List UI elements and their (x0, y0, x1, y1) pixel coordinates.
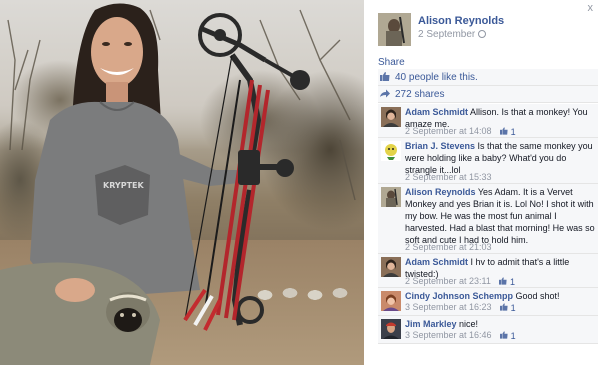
woman-face (91, 17, 143, 87)
comment-like-count[interactable]: 1 (500, 303, 516, 313)
woman-hand (55, 278, 95, 302)
post-details-panel: x Alison Reynolds 2 September Share 40 p… (364, 0, 599, 365)
likes-summary: 40 people like this. (378, 69, 598, 86)
photo-scene: KRYPTEK (0, 3, 356, 365)
hunter-avatar-icon (381, 187, 401, 207)
shirt-print (95, 165, 150, 225)
hunter-avatar-icon (378, 13, 411, 46)
post-date-text: 2 September (418, 29, 476, 40)
comment-like-count[interactable]: 1 (499, 277, 515, 287)
comment-meta: 2 September at 23:11 1 (405, 276, 515, 287)
comment-item: Adam Schmidt I hv to admit that's a litt… (378, 254, 598, 288)
like-count-value: 1 (510, 331, 516, 341)
close-icon[interactable]: x (588, 3, 594, 14)
avatar[interactable] (381, 107, 401, 127)
comment-time[interactable]: 2 September at 15:33 (405, 172, 492, 182)
comment-body: Jim Markley nice! (405, 318, 595, 330)
comment-author[interactable]: Alison Reynolds (405, 187, 476, 197)
comment-meta: 2 September at 21:03 (405, 242, 492, 252)
share-button[interactable]: Share (378, 57, 405, 68)
avatar[interactable] (378, 13, 411, 46)
comment-meta: 3 September at 16:46 1 (405, 330, 516, 341)
comment-time[interactable]: 3 September at 16:23 (405, 302, 492, 312)
likes-link[interactable]: 40 people like this. (395, 72, 478, 83)
comment-meta: 3 September at 16:23 1 (405, 302, 516, 313)
like-count-value: 1 (510, 303, 516, 313)
comment-time[interactable]: 2 September at 21:03 (405, 242, 492, 252)
shares-link[interactable]: 272 shares (395, 89, 444, 100)
post-photo[interactable]: KRYPTEK (0, 0, 364, 365)
avatar[interactable] (381, 291, 401, 311)
like-count-value: 1 (509, 277, 515, 287)
post-owner-name[interactable]: Alison Reynolds (418, 15, 504, 27)
thumbs-up-icon (500, 303, 508, 311)
comment-meta: 2 September at 15:33 (405, 172, 492, 182)
thumbs-up-icon (500, 127, 508, 135)
comment-like-count[interactable]: 1 (500, 331, 516, 341)
comment-like-count[interactable]: 1 (500, 127, 516, 137)
shares-summary: 272 shares (378, 86, 598, 103)
comment-author[interactable]: Jim Markley (405, 319, 457, 329)
shirt-print-text: KRYPTEK (103, 181, 145, 190)
comment-item: Cindy Johnson Schempp Good shot! 3 Septe… (378, 288, 598, 316)
comment-text: Good shot! (515, 291, 560, 301)
woman-avatar-icon (381, 257, 401, 277)
post-date[interactable]: 2 September (418, 29, 487, 40)
comment-time[interactable]: 2 September at 14:08 (405, 126, 492, 136)
man-avatar-icon (381, 319, 401, 339)
comment-author[interactable]: Adam Schmidt (405, 107, 468, 117)
avatar[interactable] (381, 187, 401, 207)
woman-avatar-icon (381, 291, 401, 311)
woman-avatar-icon (381, 107, 401, 127)
comment-item: Brian J. Stevens Is that the same monkey… (378, 138, 598, 184)
comment-text: nice! (459, 319, 479, 329)
comment-body: Cindy Johnson Schempp Good shot! (405, 290, 595, 302)
comment-item: Alison Reynolds Yes Adam. It is a Vervet… (378, 184, 598, 254)
comment-author[interactable]: Cindy Johnson Schempp (405, 291, 513, 301)
comment-time[interactable]: 3 September at 16:46 (405, 330, 492, 340)
avatar[interactable] (381, 257, 401, 277)
comment-meta: 2 September at 14:08 1 (405, 126, 516, 137)
comment-author[interactable]: Adam Schmidt (405, 257, 468, 267)
comment-item: Jim Markley nice! 3 September at 16:46 1 (378, 316, 598, 344)
share-icon (380, 89, 390, 98)
avatar[interactable] (381, 319, 401, 339)
comment-item: Adam Schmidt Allison. Is that a monkey! … (378, 104, 598, 138)
thumbs-up-icon (500, 331, 508, 339)
avatar[interactable] (381, 141, 401, 161)
comment-author[interactable]: Brian J. Stevens (405, 141, 475, 151)
globe-icon (478, 30, 487, 38)
like-count-value: 1 (510, 127, 516, 137)
thumbs-up-icon (499, 277, 508, 285)
thumbs-up-icon (380, 72, 390, 81)
comment-time[interactable]: 2 September at 23:11 (405, 276, 491, 286)
comment-body: Alison Reynolds Yes Adam. It is a Vervet… (405, 186, 595, 246)
comment-body: Brian J. Stevens Is that the same monkey… (405, 140, 595, 176)
cartoon-avatar-icon (381, 141, 401, 161)
